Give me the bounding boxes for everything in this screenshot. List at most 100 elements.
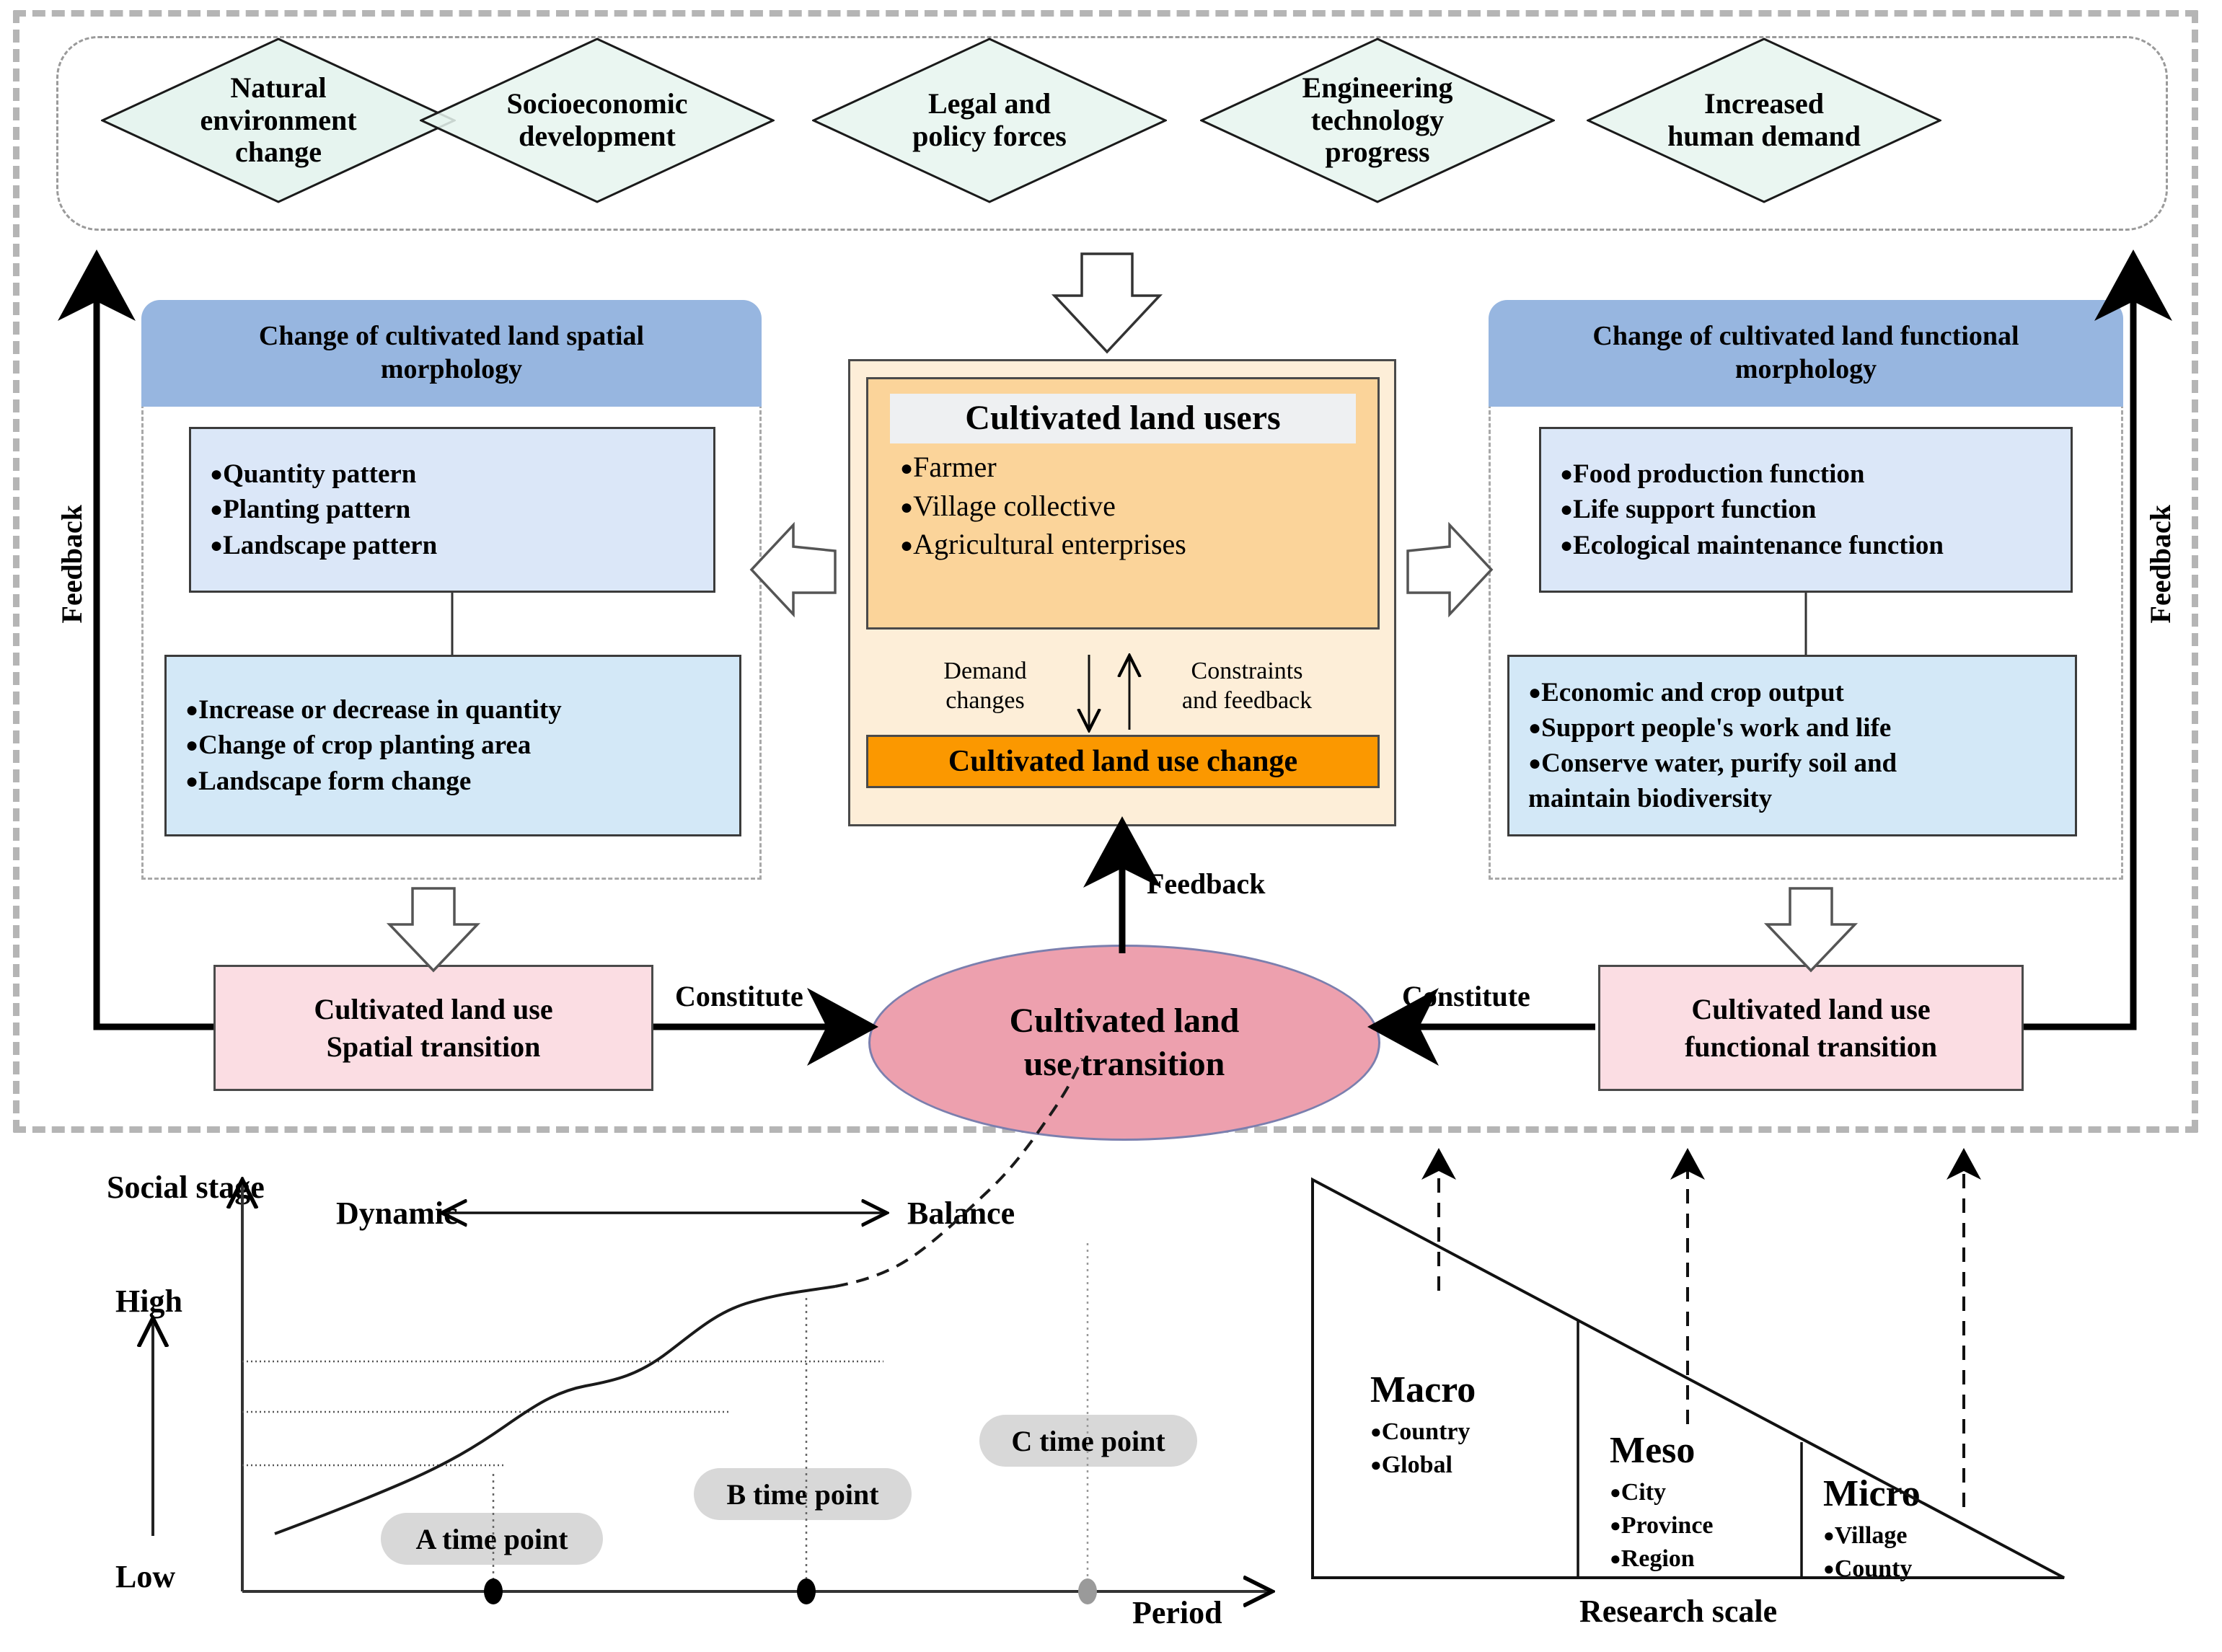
right-lower-list: ●Economic and crop output ●Support peopl…: [1528, 675, 2056, 817]
research-scale-axis-label: Research scale: [1579, 1594, 1778, 1629]
users-list: ●Farmer ●Village collective ●Agricultura…: [900, 448, 1377, 564]
annotation-dynamic: Dynamic: [336, 1196, 458, 1231]
list-item: ●Economic and crop output: [1528, 675, 2056, 710]
left-upper-list: ●Quantity pattern ●Planting pattern ●Lan…: [210, 456, 695, 563]
item-label: County: [1834, 1555, 1913, 1582]
bullet-icon: ●: [1528, 751, 1542, 775]
left-panel-header: Change of cultivated land spatial morpho…: [141, 300, 762, 407]
list-item: ●Country: [1370, 1415, 1476, 1449]
list-item: ●Increase or decrease in quantity: [185, 692, 720, 728]
social-stage-chart: [153, 1058, 1269, 1604]
bullet-icon: ●: [1823, 1558, 1835, 1579]
item-label: Planting pattern: [223, 495, 411, 525]
list-item: ●Province: [1610, 1509, 1714, 1542]
driver-diamond-0[interactable]: Natural environment change: [101, 37, 456, 203]
list-item: ●Conserve water, purify soil and maintai…: [1528, 746, 2056, 816]
chart-ytick-high: High: [115, 1284, 182, 1319]
list-item: ●Farmer: [900, 448, 1377, 487]
list-item: ●Ecological maintenance function: [1560, 528, 2052, 563]
pill-b-time-point[interactable]: B time point: [694, 1468, 912, 1520]
driver-diamond-1[interactable]: Socioeconomic development: [420, 37, 775, 203]
constitute-left-label: Constitute: [675, 980, 803, 1012]
spatial-transition-box: Cultivated land use Spatial transition: [213, 965, 653, 1091]
driver-diamond-3[interactable]: Engineering technology progress: [1200, 37, 1555, 203]
left-lower-box: ●Increase or decrease in quantity ●Chang…: [164, 655, 741, 836]
point-c-time: [1078, 1578, 1097, 1604]
users-title: Cultivated land users: [890, 394, 1356, 443]
scale-list: ●Country ●Global: [1370, 1415, 1476, 1482]
item-label: Village collective: [913, 489, 1116, 522]
diagram-root: Natural environment change Socioeconomic…: [0, 0, 2222, 1652]
scale-group-micro: Micro ●Village ●County: [1823, 1472, 1921, 1586]
list-item: ●Village: [1823, 1519, 1921, 1552]
bullet-icon: ●: [210, 498, 224, 522]
left-lower-list: ●Increase or decrease in quantity ●Chang…: [185, 692, 720, 799]
list-item: ●Change of crop planting area: [185, 728, 720, 763]
list-item: ●Region: [1610, 1542, 1714, 1576]
right-upper-box: ● Food production function ●Life support …: [1539, 427, 2073, 593]
diamond-shape: [1200, 37, 1555, 203]
bullet-icon: ●: [900, 534, 914, 558]
land-use-transition-ellipse: Cultivated land use transition: [868, 945, 1380, 1141]
item-label: Region: [1621, 1545, 1695, 1572]
feedback-left-label: Feedback: [56, 505, 88, 624]
scale-list: ●Village ●County: [1823, 1519, 1921, 1586]
bullet-icon: ●: [900, 495, 914, 519]
item-label: Country: [1381, 1418, 1471, 1445]
bullet-icon: ●: [210, 533, 224, 557]
functional-transition-box: Cultivated land use functional transitio…: [1598, 965, 2024, 1091]
scale-group-macro: Macro ●Country ●Global: [1370, 1369, 1476, 1482]
bullet-icon: ●: [1610, 1547, 1621, 1569]
item-label: Agricultural enterprises: [913, 528, 1186, 561]
driver-diamond-4[interactable]: Increased human demand: [1587, 37, 1941, 203]
right-upper-list: ● Food production function ●Life support …: [1560, 456, 2052, 563]
chart-ylabel: Social stage: [107, 1170, 265, 1205]
item-label: Landscape pattern: [223, 530, 438, 560]
item-label: Quantity pattern: [223, 459, 417, 490]
list-item: ●Landscape pattern: [210, 528, 695, 563]
bullet-icon: ●: [1370, 1454, 1382, 1475]
bullet-icon: ●: [1528, 715, 1542, 740]
bullet-icon: ●: [1823, 1525, 1835, 1546]
point-a-time: [484, 1578, 503, 1604]
list-item: ●Planting pattern: [210, 492, 695, 527]
left-upper-box: ●Quantity pattern ●Planting pattern ●Lan…: [189, 427, 715, 593]
item-label: Province: [1621, 1511, 1714, 1539]
list-item: ●Village collective: [900, 487, 1377, 526]
cultivated-land-users-box: Cultivated land users ●Farmer ●Village c…: [866, 377, 1380, 630]
demand-changes-label: Demand changes: [943, 658, 1027, 714]
item-label: Conserve water, purify soil and maintain…: [1528, 748, 1897, 814]
bullet-icon: ●: [1560, 498, 1574, 522]
bullet-icon: ●: [185, 733, 199, 758]
list-item: ●County: [1823, 1552, 1921, 1586]
item-label: Economic and crop output: [1541, 677, 1844, 707]
pill-c-time-point[interactable]: C time point: [979, 1415, 1197, 1467]
list-item: ●Support people's work and life: [1528, 710, 2056, 746]
diamond-shape: [812, 37, 1167, 203]
scale-title: Meso: [1610, 1430, 1696, 1471]
bullet-icon: ●: [1610, 1482, 1621, 1503]
diamond-shape: [420, 37, 775, 203]
item-label: Food production function: [1573, 459, 1865, 490]
right-panel-header: Change of cultivated land functional mor…: [1489, 300, 2123, 407]
diamond-shape: [101, 37, 456, 203]
item-label: Village: [1834, 1522, 1908, 1549]
bullet-icon: ●: [1560, 533, 1574, 557]
feedback-center-label: Feedback: [1147, 867, 1266, 900]
chart-xlabel: Period: [1132, 1595, 1222, 1630]
list-item: ●Agricultural enterprises: [900, 525, 1377, 564]
right-lower-box: ●Economic and crop output ●Support peopl…: [1507, 655, 2077, 836]
feedback-right-label: Feedback: [2144, 505, 2177, 624]
driver-diamond-2[interactable]: Legal and policy forces: [812, 37, 1167, 203]
item-label: Global: [1381, 1451, 1452, 1478]
list-item: ●Life support function: [1560, 492, 2052, 527]
scale-title: Macro: [1370, 1369, 1476, 1410]
constitute-right-label: Constitute: [1402, 980, 1530, 1012]
scale-title: Micro: [1823, 1473, 1921, 1514]
item-label: Increase or decrease in quantity: [198, 695, 562, 725]
annotation-balance: Balance: [907, 1196, 1015, 1231]
pill-a-time-point[interactable]: A time point: [381, 1513, 603, 1565]
bullet-icon: ●: [900, 456, 914, 480]
list-item: ●City: [1610, 1476, 1714, 1509]
item-label: Ecological maintenance function: [1573, 530, 1944, 560]
